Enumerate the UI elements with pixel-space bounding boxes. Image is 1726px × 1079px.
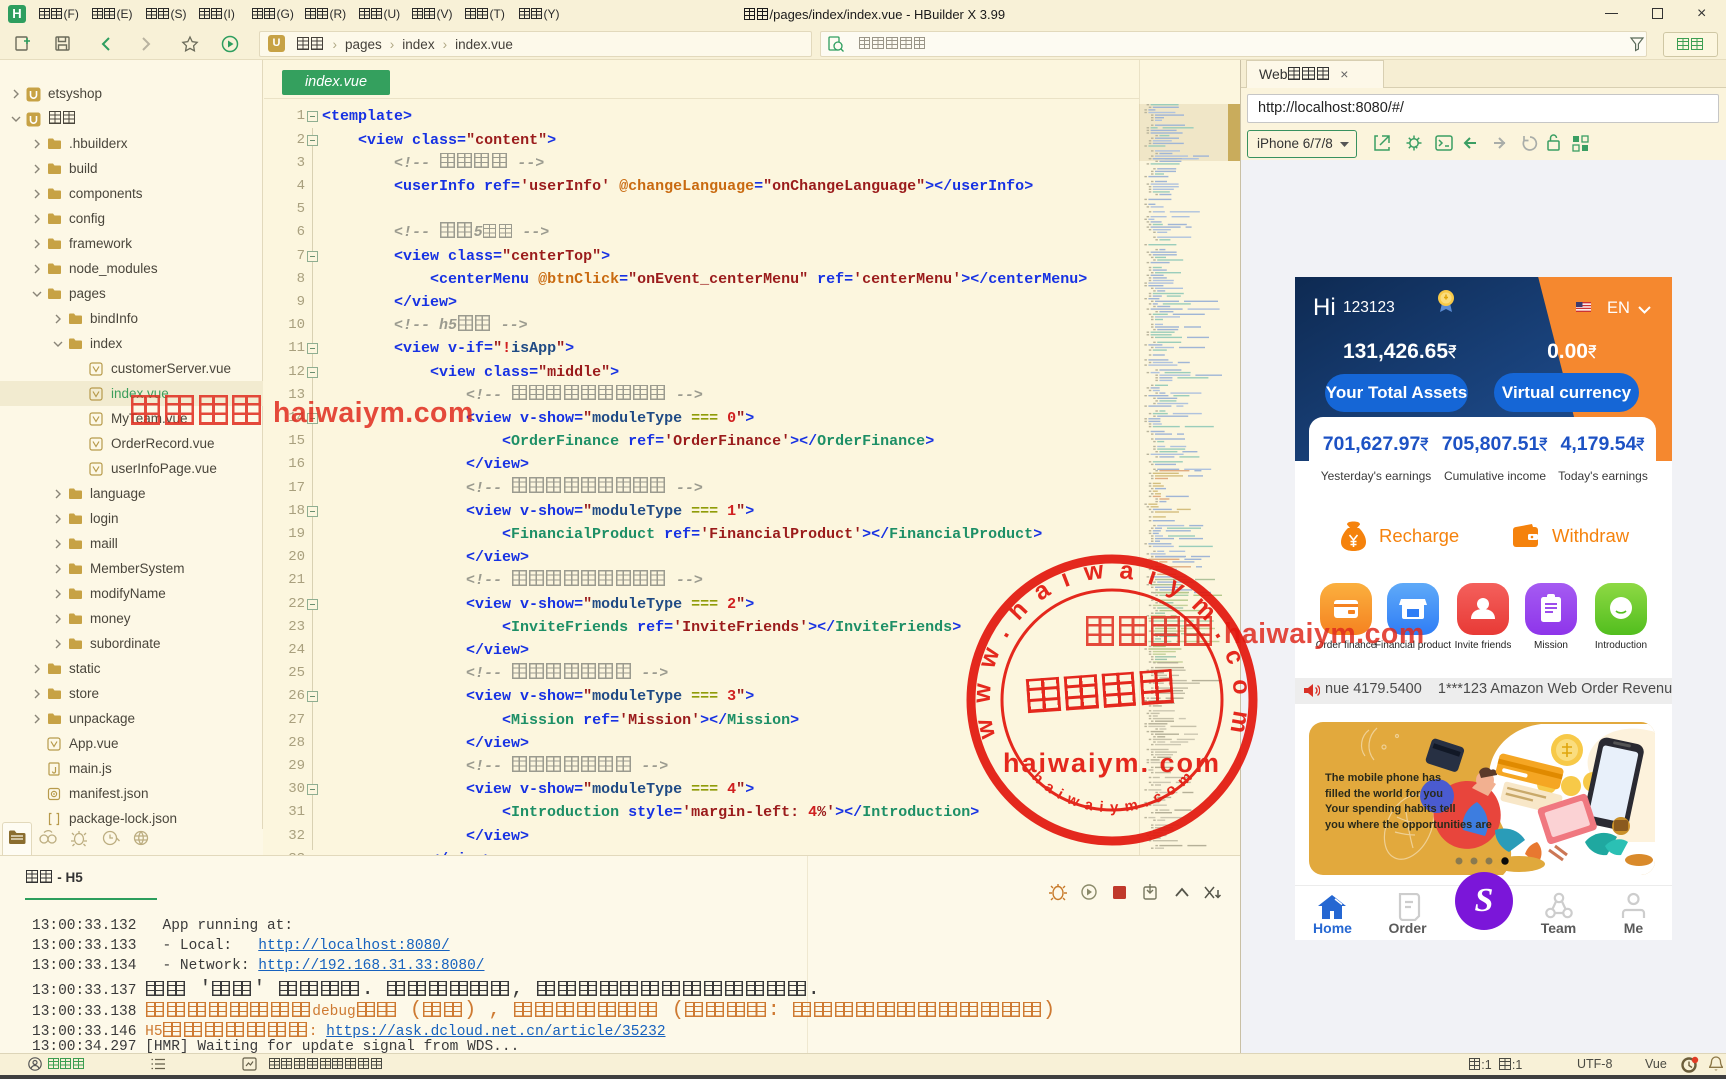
svg-text:haiwaiym. com: haiwaiym. com <box>1003 748 1221 778</box>
svg-text:www.haiwaiym.com: www.haiwaiym.com <box>968 556 1256 743</box>
